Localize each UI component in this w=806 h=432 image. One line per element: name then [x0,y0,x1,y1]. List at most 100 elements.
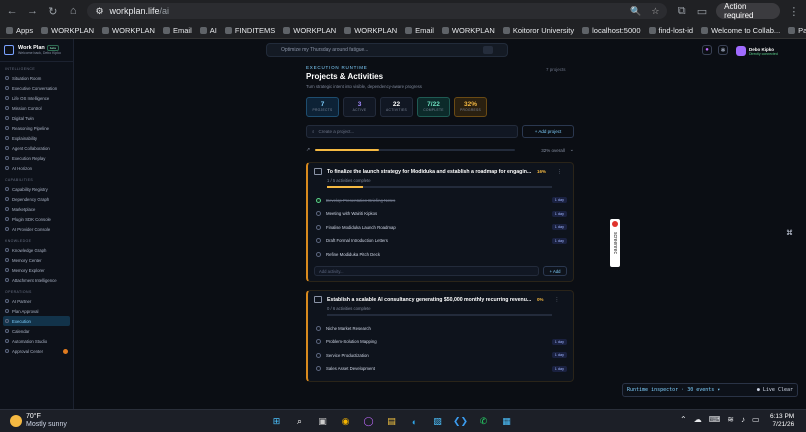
bookmark-item[interactable]: FINDITEMS [224,26,275,35]
battery-icon[interactable]: ▭ [752,415,760,424]
project-header[interactable]: Establish a scalable AI consultancy gene… [314,296,567,303]
sidebar-item[interactable]: Memory Center [0,255,73,265]
forward-icon[interactable]: → [26,4,38,18]
project-search-input[interactable]: ⌕ Create a project... [306,125,518,138]
sidebar-item[interactable]: Life OS Intelligence [0,93,73,103]
sidebar-item[interactable]: Execution [3,316,70,326]
clock[interactable]: 6:13 PM 7/21/26 [770,413,794,429]
settings-icon[interactable]: ✱ [718,45,728,55]
notification-icon[interactable]: ● [702,45,712,55]
photos-icon[interactable]: ▨ [429,413,446,430]
sidebar-item[interactable]: Plugin SDK Console [0,214,73,224]
project-title[interactable]: To finalize the launch strategy for Modi… [327,169,532,175]
bookmark-item[interactable]: Koitoror University [502,26,574,35]
bookmark-item[interactable]: Welcome to Collab... [701,26,780,35]
activity-row[interactable]: Refine Modiduka Pitch Deck [314,248,567,262]
bookmark-item[interactable]: WORKPLAN [344,26,397,35]
task-view-icon[interactable]: ▣ [314,413,331,430]
sidebar-item[interactable]: Calendar [0,326,73,336]
sidebar-item[interactable]: Marketplace [0,204,73,214]
wifi-icon[interactable]: ≋ [727,415,734,424]
command-input[interactable]: Optimize my Thursday around fatigue... [266,43,508,57]
activity-checkbox[interactable] [316,325,321,331]
activity-row[interactable]: Meeting with Wairiti Kipkos 1 day [314,207,567,221]
sidebar-item[interactable]: Capability Registry [0,184,73,194]
activity-row[interactable]: Develop Presentation Briefing Notes 1 day [314,194,567,208]
activity-checkbox[interactable] [316,339,321,345]
sidebar-item[interactable]: Explainability [0,133,73,143]
sidebar-item[interactable]: Execution Replay [0,153,73,163]
bookmark-item[interactable]: find-lost-id [648,26,693,35]
sidebar-item[interactable]: Digital Twin [0,113,73,123]
inspector-live[interactable]: ● Live Clear [757,387,793,393]
app-icon[interactable]: ◯ [360,413,377,430]
sidebar-item[interactable]: AI Provider Console [0,224,73,234]
sidebar-item[interactable]: AI Partner [0,296,73,306]
store-icon[interactable]: ▦ [498,413,515,430]
site-info-icon[interactable]: ⚙ [95,6,103,17]
bookmark-item[interactable]: AI [199,26,217,35]
sidebar-item[interactable]: Dependency Graph [0,194,73,204]
bookmark-item[interactable]: WORKPLAN [102,26,155,35]
chat-icon[interactable]: ⌘ [786,229,793,237]
activity-row[interactable]: Niche Market Research [314,322,567,336]
menu-icon[interactable]: ⋮ [788,4,800,18]
zoom-icon[interactable]: 🔍 [630,6,641,17]
activity-row[interactable]: Sales Asset Development 1 day [314,362,567,376]
search-icon[interactable]: ⌕ [291,413,308,430]
extensions-icon[interactable]: ⧉ [675,4,687,18]
home-icon[interactable]: ⌂ [67,4,79,18]
project-header[interactable]: To finalize the launch strategy for Modi… [314,168,567,175]
collapse-icon[interactable]: ⌄ [570,147,574,153]
volume-icon[interactable]: ♪ [741,415,745,424]
vscode-icon[interactable]: ❮❯ [452,413,469,430]
chrome-icon[interactable]: ◉ [337,413,354,430]
activity-checkbox[interactable] [316,366,321,372]
activity-row[interactable]: Service Productization 1 day [314,349,567,363]
edge-icon[interactable]: ◐ [406,413,423,430]
bookmark-item[interactable]: Payment Required [788,26,806,35]
activity-checkbox[interactable] [316,251,321,257]
activity-row[interactable]: Draft Formal Introduction Letters 1 day [314,234,567,248]
activity-row[interactable]: Problem-Solution Mapping 1 day [314,335,567,349]
activity-checkbox[interactable] [316,211,321,217]
sidebar-item[interactable]: Knowledge Graph [0,245,73,255]
sidebar-item[interactable]: Attachment Intelligence [0,275,73,285]
activity-checkbox[interactable] [316,197,321,203]
cloud-icon[interactable]: ☁ [694,415,702,424]
weather-widget[interactable]: 70°F Mostly sunny [10,413,67,429]
reload-icon[interactable]: ↻ [47,4,59,18]
activity-row[interactable]: Finalise Modiduka Launch Roadmap 1 day [314,221,567,235]
whatsapp-icon[interactable]: ✆ [475,413,492,430]
send-icon[interactable] [483,46,493,54]
sidebar-item[interactable]: Reasoning Pipeline [0,123,73,133]
bookmark-item[interactable]: Email [162,26,192,35]
notes-icon[interactable]: ▤ [383,413,400,430]
sidebar-item[interactable]: Situation Room [0,73,73,83]
add-activity-button[interactable]: + Add [543,266,567,276]
sidebar-item[interactable]: Executive Conversation [0,83,73,93]
chevron-up-icon[interactable]: ⌃ [680,415,687,424]
star-icon[interactable]: ☆ [651,6,659,17]
sidebar-item[interactable]: Memory Explorer [0,265,73,275]
sidebar-item[interactable]: AI Horizon [0,163,73,173]
sidebar-item[interactable]: Mission Control [0,103,73,113]
bookmark-item[interactable]: WORKPLAN [41,26,94,35]
sidebar-item[interactable]: Agent Collaboration [0,143,73,153]
keyboard-icon[interactable]: ⌨ [709,415,721,424]
runtime-inspector[interactable]: Runtime inspector · 30 events ▾ ● Live C… [622,383,798,397]
start-icon[interactable]: ⊞ [268,413,285,430]
activity-checkbox[interactable] [316,238,321,244]
sidebar-item[interactable]: Automation Studio [0,336,73,346]
more-icon[interactable]: ⋮ [557,169,562,175]
activity-checkbox[interactable] [316,352,321,358]
bookmark-item[interactable]: Email [405,26,434,35]
activity-checkbox[interactable] [316,224,321,230]
action-required-button[interactable]: Action required [716,2,780,20]
bookmark-item[interactable]: Apps [6,26,33,35]
bookmark-item[interactable]: WORKPLAN [283,26,336,35]
user-menu[interactable]: Debo Kipko Directly connected [736,43,804,59]
sidebar-item[interactable]: Plan Approval [0,306,73,316]
sidebar-item[interactable]: Approval Center [0,346,73,356]
more-icon[interactable]: ⋮ [555,297,560,303]
